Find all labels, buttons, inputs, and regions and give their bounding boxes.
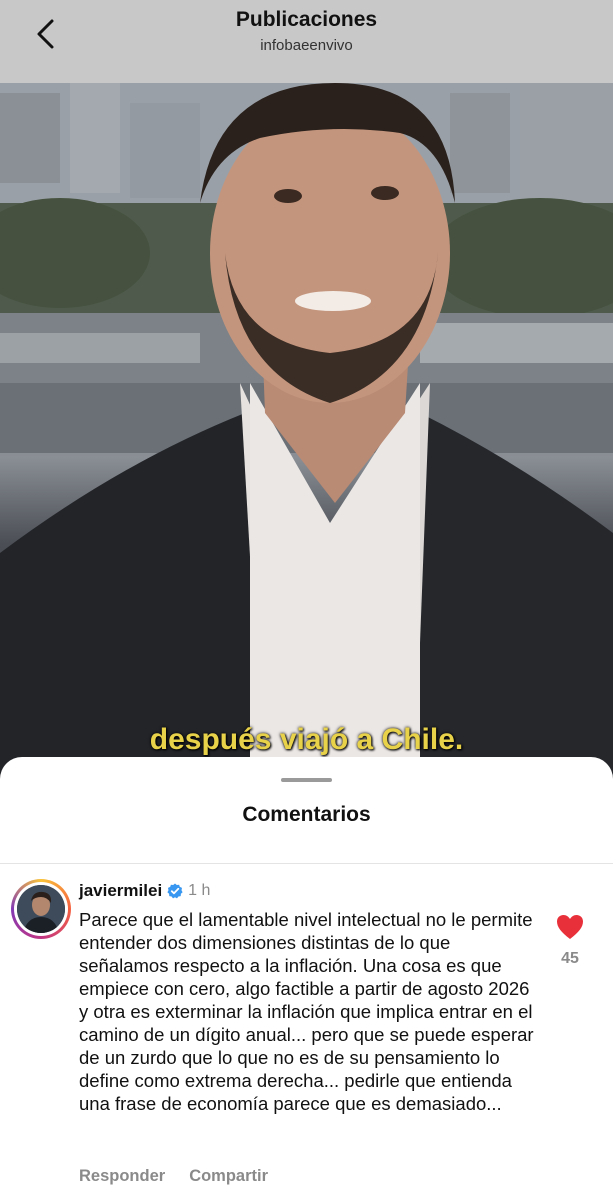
- comments-sheet: Comentarios javiermilei 1 h Parece que e…: [0, 757, 613, 1200]
- reply-button[interactable]: Responder: [79, 1167, 165, 1186]
- comment-text: Parece que el lamentable nivel intelectu…: [79, 909, 534, 1114]
- avatar[interactable]: [11, 879, 71, 939]
- video-frame-image: [0, 83, 613, 803]
- comment-item: javiermilei 1 h Parece que el lamentable…: [0, 864, 613, 1200]
- heart-filled-icon: [557, 915, 583, 939]
- account-subtitle[interactable]: infobaeenvivo: [0, 37, 613, 54]
- comment-time: 1 h: [188, 882, 211, 899]
- comment-username[interactable]: javiermilei: [79, 881, 162, 901]
- verified-badge-icon: [167, 883, 183, 899]
- page-title: Publicaciones: [235, 8, 378, 31]
- comments-title: Comentarios: [242, 803, 371, 826]
- avatar-photo: [17, 885, 65, 933]
- video-caption: después viajó a Chile.: [149, 723, 464, 756]
- like-count: 45: [561, 950, 579, 967]
- video-player[interactable]: después viajó a Chile.: [0, 83, 613, 803]
- share-button[interactable]: Compartir: [189, 1167, 268, 1186]
- top-bar: Publicaciones infobaeenvivo: [0, 0, 613, 83]
- like-button[interactable]: [556, 914, 584, 940]
- sheet-drag-handle[interactable]: [281, 778, 332, 782]
